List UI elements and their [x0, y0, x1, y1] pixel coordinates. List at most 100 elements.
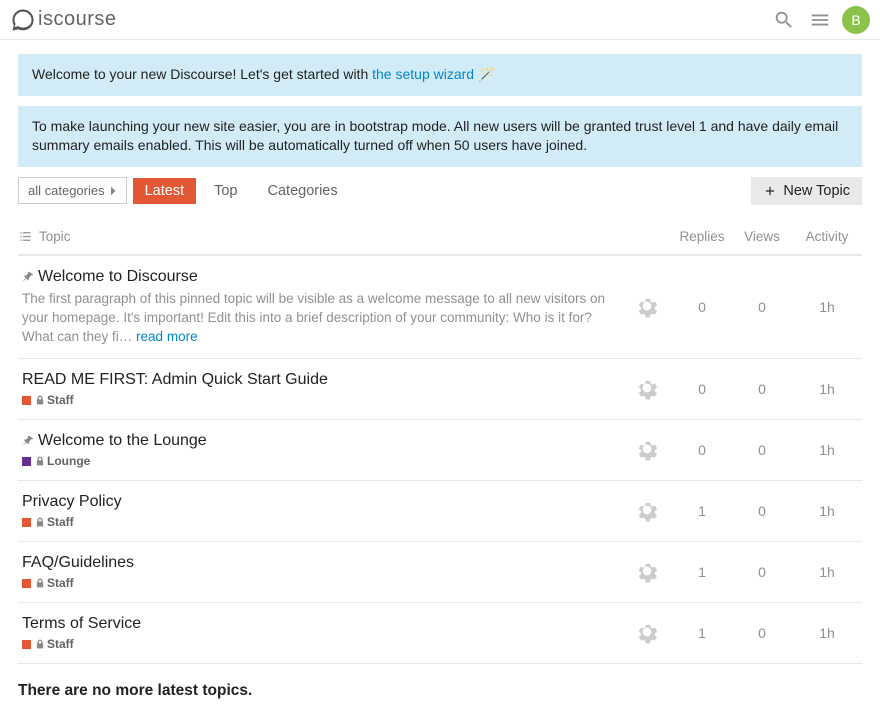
gear-icon	[634, 497, 660, 523]
views-cell[interactable]: 0	[732, 481, 792, 542]
discourse-logo-icon	[10, 7, 36, 33]
new-topic-label: New Topic	[783, 183, 850, 199]
topic-row: Welcome to Discourse The first paragraph …	[18, 255, 862, 359]
gear-icon	[634, 619, 660, 645]
bootstrap-banner: To make launching your new site easier, …	[18, 106, 862, 167]
no-more-topics: There are no more latest topics.	[18, 682, 862, 700]
topic-title-link[interactable]: READ ME FIRST: Admin Quick Start Guide	[22, 371, 328, 389]
logo-text: iscourse	[38, 8, 116, 31]
system-user-avatar[interactable]	[633, 557, 661, 585]
col-posters	[622, 219, 672, 255]
category-badge[interactable]: Staff	[22, 576, 618, 590]
lock-icon	[35, 395, 45, 405]
chevron-right-icon	[111, 186, 117, 196]
category-name: Staff	[47, 576, 74, 590]
category-name: Staff	[47, 515, 74, 529]
new-topic-button[interactable]: New Topic	[751, 177, 862, 205]
system-user-avatar[interactable]	[633, 618, 661, 646]
topic-title-link[interactable]: Privacy Policy	[22, 493, 122, 511]
category-color-square	[22, 579, 31, 588]
main-header: iscourse B	[0, 0, 880, 40]
replies-cell[interactable]: 1	[672, 481, 732, 542]
views-cell[interactable]: 0	[732, 420, 792, 481]
replies-cell[interactable]: 1	[672, 542, 732, 603]
activity-cell[interactable]: 1h	[792, 420, 862, 481]
col-replies[interactable]: Replies	[672, 219, 732, 255]
category-badge[interactable]: Staff	[22, 515, 618, 529]
col-activity[interactable]: Activity	[792, 219, 862, 255]
activity-cell[interactable]: 1h	[792, 359, 862, 420]
topic-row: Welcome to the LoungeLounge001h	[18, 420, 862, 481]
category-badge[interactable]: Lounge	[22, 454, 618, 468]
category-color-square	[22, 518, 31, 527]
system-user-avatar[interactable]	[633, 435, 661, 463]
gear-icon	[634, 375, 660, 401]
activity-cell[interactable]: 1h	[792, 603, 862, 664]
topic-title-link[interactable]: Welcome to Discourse	[38, 268, 198, 286]
topic-row: READ ME FIRST: Admin Quick Start Guide St…	[18, 359, 862, 420]
category-name: Staff	[47, 393, 74, 407]
category-color-square	[22, 640, 31, 649]
category-badge[interactable]: Staff	[22, 393, 618, 407]
gear-icon	[634, 436, 660, 462]
topic-excerpt: The first paragraph of this pinned topic…	[22, 290, 618, 347]
hamburger-menu-button[interactable]	[806, 6, 834, 34]
plus-icon	[763, 184, 777, 198]
nav-toolbar: all categories Latest Top Categories New…	[18, 177, 862, 205]
topic-list-table: Topic Replies Views Activity Welcome to …	[18, 219, 862, 665]
gear-icon	[634, 293, 660, 319]
main-container: Welcome to your new Discourse! Let's get…	[0, 40, 880, 710]
lock-icon	[35, 578, 45, 588]
replies-cell[interactable]: 1	[672, 603, 732, 664]
category-name: Staff	[47, 637, 74, 651]
col-topic-label: Topic	[39, 229, 71, 244]
posters-cell	[622, 255, 672, 359]
col-topic[interactable]: Topic	[18, 219, 622, 255]
topic-title-link[interactable]: FAQ/Guidelines	[22, 554, 134, 572]
replies-cell[interactable]: 0	[672, 255, 732, 359]
avatar-letter: B	[851, 12, 860, 28]
col-views[interactable]: Views	[732, 219, 792, 255]
category-color-square	[22, 396, 31, 405]
posters-cell	[622, 481, 672, 542]
system-user-avatar[interactable]	[633, 374, 661, 402]
category-badge[interactable]: Staff	[22, 637, 618, 651]
read-more-link[interactable]: read more	[136, 329, 198, 344]
topic-row: Privacy Policy Staff 101h	[18, 481, 862, 542]
welcome-banner: Welcome to your new Discourse! Let's get…	[18, 54, 862, 96]
lock-icon	[35, 456, 45, 466]
list-icon	[18, 229, 33, 244]
gear-icon	[634, 558, 660, 584]
lock-icon	[35, 639, 45, 649]
lock-icon	[35, 517, 45, 527]
posters-cell	[622, 420, 672, 481]
setup-wizard-link[interactable]: the setup wizard	[372, 66, 474, 82]
wizard-emoji: 🪄	[474, 66, 495, 82]
views-cell[interactable]: 0	[732, 255, 792, 359]
topic-row: Terms of Service Staff 101h	[18, 603, 862, 664]
posters-cell	[622, 359, 672, 420]
hamburger-icon	[809, 9, 831, 31]
pin-icon	[22, 271, 34, 283]
user-avatar[interactable]: B	[842, 6, 870, 34]
views-cell[interactable]: 0	[732, 542, 792, 603]
topic-title-link[interactable]: Terms of Service	[22, 615, 141, 633]
category-filter-dropdown[interactable]: all categories	[18, 177, 127, 204]
replies-cell[interactable]: 0	[672, 359, 732, 420]
site-logo[interactable]: iscourse	[10, 7, 116, 33]
views-cell[interactable]: 0	[732, 359, 792, 420]
activity-cell[interactable]: 1h	[792, 255, 862, 359]
topic-title-link[interactable]: Welcome to the Lounge	[38, 432, 207, 450]
nav-top[interactable]: Top	[202, 178, 249, 204]
views-cell[interactable]: 0	[732, 603, 792, 664]
nav-categories[interactable]: Categories	[256, 178, 350, 204]
search-button[interactable]	[770, 6, 798, 34]
replies-cell[interactable]: 0	[672, 420, 732, 481]
nav-latest[interactable]: Latest	[133, 178, 197, 204]
bootstrap-text: To make launching your new site easier, …	[32, 118, 838, 154]
system-user-avatar[interactable]	[633, 496, 661, 524]
activity-cell[interactable]: 1h	[792, 542, 862, 603]
system-user-avatar[interactable]	[633, 292, 661, 320]
posters-cell	[622, 603, 672, 664]
activity-cell[interactable]: 1h	[792, 481, 862, 542]
